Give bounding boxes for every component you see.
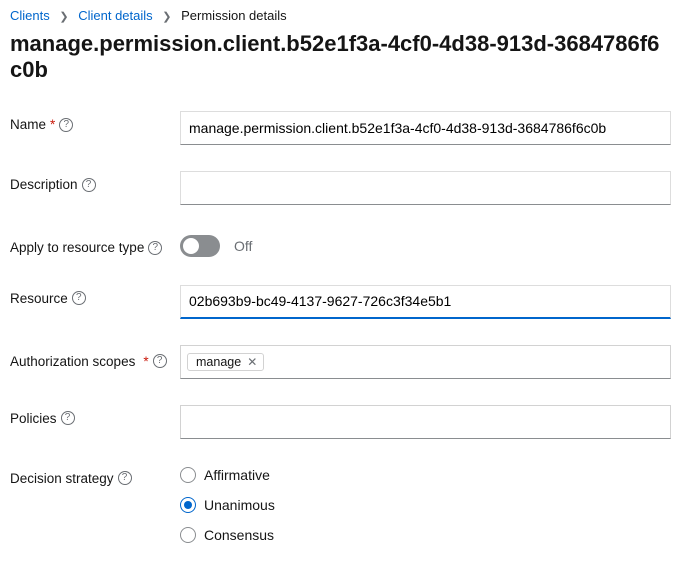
label-resource: Resource ? xyxy=(10,285,180,306)
radio-icon xyxy=(180,527,196,543)
toggle-state-label: Off xyxy=(234,238,252,254)
label-description: Description ? xyxy=(10,171,180,192)
breadcrumb-client-details[interactable]: Client details xyxy=(78,8,152,23)
scope-chip-label: manage xyxy=(196,355,241,369)
label-apply-resource-type: Apply to resource type ? xyxy=(10,231,180,259)
page-title: manage.permission.client.b52e1f3a-4cf0-4… xyxy=(10,31,671,83)
help-icon[interactable]: ? xyxy=(153,354,167,368)
radio-consensus[interactable]: Consensus xyxy=(180,527,671,543)
help-icon[interactable]: ? xyxy=(72,291,86,305)
radio-unanimous[interactable]: Unanimous xyxy=(180,497,671,513)
label-authorization-scopes: Authorization scopes * ? xyxy=(10,345,180,373)
resource-input[interactable] xyxy=(180,285,671,319)
help-icon[interactable]: ? xyxy=(59,118,73,132)
chevron-right-icon: ❯ xyxy=(59,11,68,23)
radio-label: Consensus xyxy=(204,527,274,543)
radio-label: Affirmative xyxy=(204,467,270,483)
label-policies: Policies ? xyxy=(10,405,180,426)
close-icon[interactable]: ✕ xyxy=(247,356,257,368)
policies-field[interactable] xyxy=(180,405,671,439)
radio-icon xyxy=(180,497,196,513)
breadcrumb-current: Permission details xyxy=(181,8,287,23)
help-icon[interactable]: ? xyxy=(61,411,75,425)
radio-label: Unanimous xyxy=(204,497,275,513)
apply-resource-type-toggle[interactable] xyxy=(180,235,220,257)
name-input[interactable] xyxy=(180,111,671,145)
label-decision-strategy: Decision strategy ? xyxy=(10,465,180,486)
scope-chip: manage ✕ xyxy=(187,353,264,371)
label-name: Name * ? xyxy=(10,111,180,132)
help-icon[interactable]: ? xyxy=(118,471,132,485)
required-indicator: * xyxy=(143,351,148,373)
radio-icon xyxy=(180,467,196,483)
toggle-knob xyxy=(183,238,199,254)
breadcrumb: Clients ❯ Client details ❯ Permission de… xyxy=(10,8,671,23)
help-icon[interactable]: ? xyxy=(82,178,96,192)
authorization-scopes-field[interactable]: manage ✕ xyxy=(180,345,671,379)
breadcrumb-clients[interactable]: Clients xyxy=(10,8,50,23)
help-icon[interactable]: ? xyxy=(148,241,162,255)
radio-affirmative[interactable]: Affirmative xyxy=(180,467,671,483)
description-input[interactable] xyxy=(180,171,671,205)
required-indicator: * xyxy=(50,117,55,132)
chevron-right-icon: ❯ xyxy=(162,11,171,23)
decision-strategy-group: Affirmative Unanimous Consensus xyxy=(180,465,671,543)
